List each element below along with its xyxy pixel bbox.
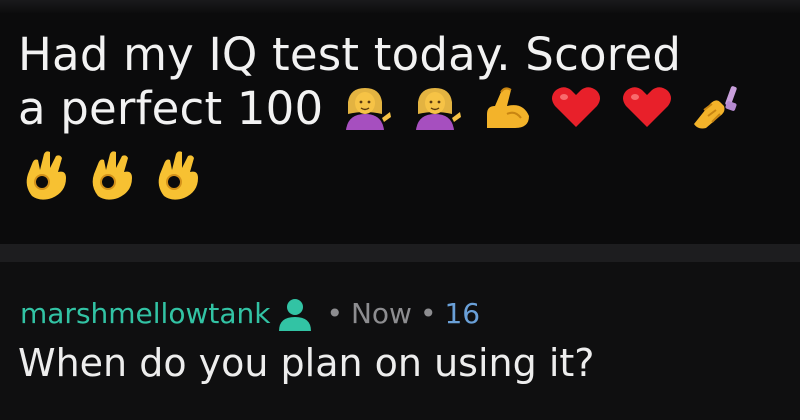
post-title-line-2: a perfect 100 [18,82,324,135]
flexed-biceps-emoji [479,84,533,130]
ok-hand-emoji-row [18,146,206,206]
comment-meta: marshmellowtank • Now • 16 [20,296,480,332]
meta-separator: • [326,297,343,330]
post-title-line-1: Had my IQ test today. Scored [18,28,682,81]
comment-time: Now [350,297,412,330]
comment-score: 16 [444,297,481,330]
ok-hand-emoji [150,146,206,202]
comment-author[interactable]: marshmellowtank [20,296,270,332]
ok-hand-emoji [84,146,140,202]
divider [0,244,800,262]
nail-polish-emoji [690,84,744,130]
post-title: Had my IQ test today. Scored a perfect 10… [18,28,788,136]
top-fade [0,0,800,14]
ok-hand-emoji [18,146,74,202]
woman-tipping-hand-emoji [408,84,462,130]
meta-separator: • [419,297,437,330]
comment-body: When do you plan on using it? [18,341,595,385]
user-icon [276,297,314,331]
comment: marshmellowtank • Now • 16 When do you p… [0,262,800,420]
red-heart-emoji [549,84,603,130]
red-heart-emoji [620,84,674,130]
woman-tipping-hand-emoji [338,84,392,130]
post: Had my IQ test today. Scored a perfect 10… [0,0,800,244]
